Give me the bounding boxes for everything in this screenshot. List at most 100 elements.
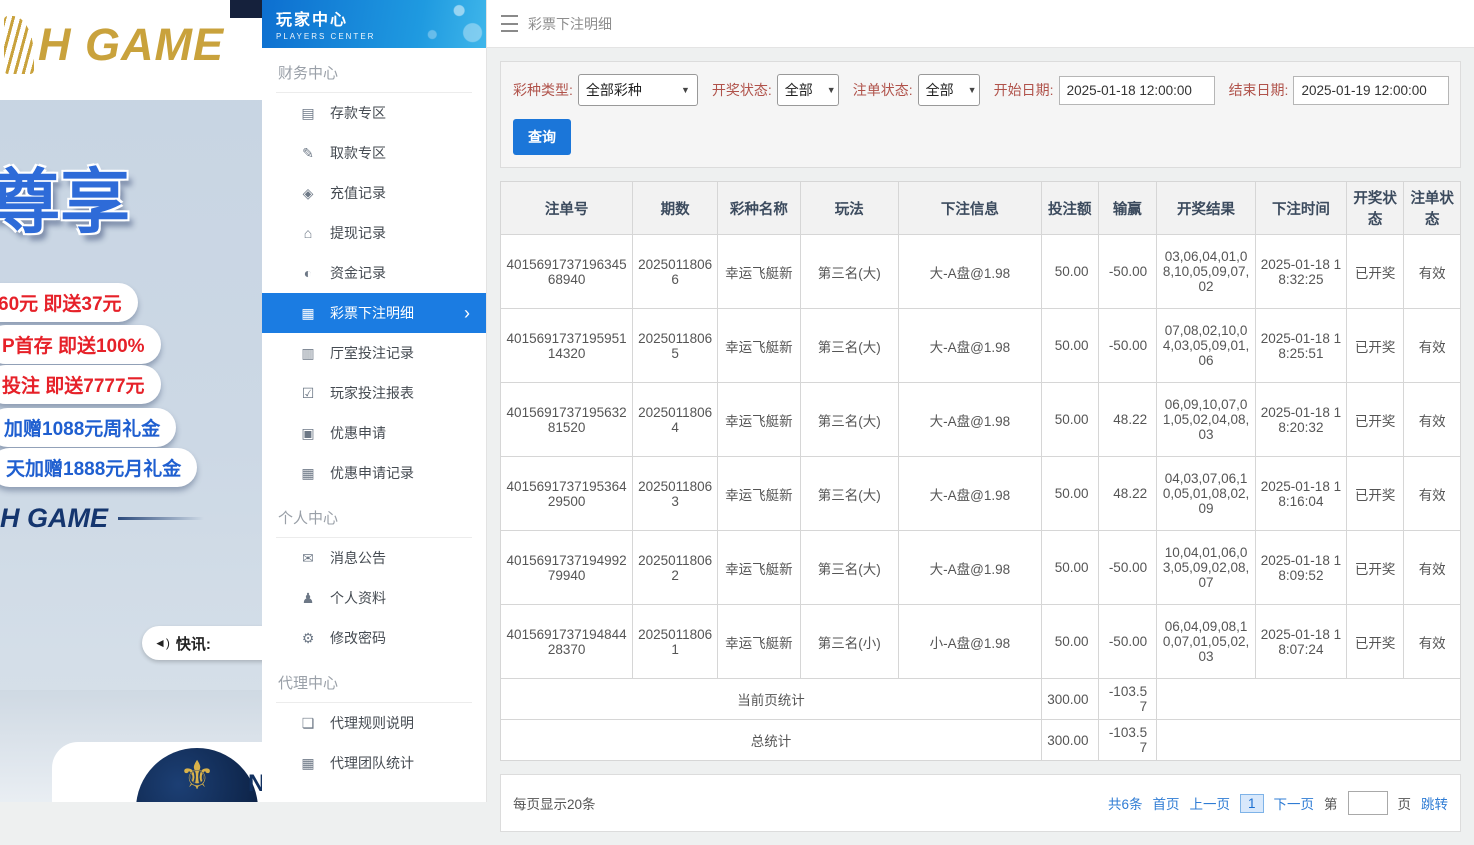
sidebar-item-agent-team-stats[interactable]: ▦ 代理团队统计: [262, 743, 486, 783]
current-page[interactable]: 1: [1239, 793, 1264, 813]
main-topbar: 彩票下注明细: [487, 0, 1474, 48]
footer-brand-text: H GAME: [0, 503, 108, 533]
table-row: 401569173719499279940 20250118062 幸运飞艇新 第三名…: [499, 530, 1461, 605]
cell-order-status: 有效: [1403, 382, 1461, 457]
user-icon: ♟: [301, 589, 315, 606]
promo-headline: 尊享: [0, 163, 130, 241]
end-date-input[interactable]: [1293, 75, 1450, 105]
first-page-link[interactable]: 首页: [1152, 793, 1179, 813]
sidebar-item-promo-apply[interactable]: ▣ 优惠申请: [262, 413, 486, 453]
cell-bet-amount: 50.00: [1041, 530, 1099, 605]
sidebar-section-title: 个人中心: [276, 493, 472, 538]
table-row: 401569173719563281520 20250118064 幸运飞艇新 第三名…: [499, 382, 1461, 457]
menu-toggle-icon[interactable]: [501, 15, 518, 32]
prev-page-link[interactable]: 上一页: [1189, 793, 1230, 813]
sidebar-item-label: 厅室投注记录: [330, 345, 414, 361]
sidebar-item-hall-bet-record[interactable]: ▥ 厅室投注记录: [262, 333, 486, 373]
cell-play-type: 第三名(小): [799, 604, 899, 679]
sidebar-item-withdraw[interactable]: ✎ 取款专区: [262, 133, 486, 173]
withdraw-record-icon: ⌂: [303, 225, 313, 241]
cell-lottery-name: 幸运飞艇新: [717, 456, 801, 531]
promo-banner: 投注 即送7777元: [0, 365, 161, 404]
column-header: 下注时间: [1255, 181, 1347, 235]
table-body: 401569173719634568940 20250118066 幸运飞艇新 第三名…: [499, 234, 1461, 761]
sidebar-item-label: 资金记录: [330, 265, 386, 281]
sidebar-item-deposit[interactable]: ▤ 存款专区: [262, 93, 486, 133]
cell-bet-time: 2025-01-18 18:16:04: [1255, 456, 1347, 531]
summary-empty: [1156, 678, 1461, 720]
chevron-down-icon: ▼: [826, 85, 836, 95]
start-date-label: 开始日期:: [993, 82, 1054, 98]
promo-apply-icon: ▣: [301, 424, 315, 441]
cell-bet-no: 401569173719484428370: [499, 604, 634, 679]
cell-play-type: 第三名(大): [799, 530, 899, 605]
footer-brand: H GAME: [0, 503, 204, 534]
sidebar-section-title: 代理中心: [276, 658, 472, 703]
cell-bet-time: 2025-01-18 18:32:25: [1255, 234, 1347, 309]
cell-bet-info: 大-A盘@1.98: [897, 234, 1043, 309]
cell-draw-status: 已开奖: [1345, 382, 1405, 457]
chevron-down-icon: ▼: [967, 85, 977, 95]
cell-bet-time: 2025-01-18 18:20:32: [1255, 382, 1347, 457]
start-date-input[interactable]: [1058, 75, 1215, 105]
jump-page-input[interactable]: [1347, 791, 1388, 815]
table-row: 401569173719536429500 20250118063 幸运飞艇新 第三名…: [499, 456, 1461, 531]
promo-banner: 加赠1088元周礼金: [0, 408, 177, 447]
filter-panel: 彩种类型: 全部彩种 ▼ 开奖状态: 全部 ▼ 注单状态: 全部 ▼ 开始日期:…: [500, 61, 1461, 168]
sidebar-item-change-password[interactable]: ⚙ 修改密码: [262, 618, 486, 658]
cell-order-status: 有效: [1403, 530, 1461, 605]
cell-draw-status: 已开奖: [1345, 604, 1405, 679]
sidebar-item-agent-rules[interactable]: ❏ 代理规则说明: [262, 703, 486, 743]
search-button[interactable]: 查询: [513, 119, 571, 155]
sidebar-item-withdraw-record[interactable]: ⌂ 提现记录: [262, 213, 486, 253]
draw-status-select[interactable]: 全部 ▼: [776, 74, 839, 106]
cell-lottery-name: 幸运飞艇新: [717, 530, 801, 605]
sidebar-item-label: 代理团队统计: [330, 755, 414, 771]
column-header: 注单号: [499, 181, 634, 235]
order-status-select[interactable]: 全部 ▼: [917, 74, 980, 106]
cell-draw-result: 10,04,01,06,03,05,09,02,08,07: [1156, 530, 1257, 605]
sidebar-item-label: 优惠申请: [330, 425, 386, 441]
jump-prefix-label: 第: [1324, 797, 1338, 812]
summary-row: 总统计 300.00 -103.57: [499, 719, 1461, 761]
jump-button[interactable]: 跳转: [1421, 793, 1448, 813]
sidebar-item-promo-apply-record[interactable]: ▦ 优惠申请记录: [262, 453, 486, 493]
cell-win-loss: 48.22: [1097, 382, 1158, 457]
sidebar-item-lottery-bet-detail[interactable]: ▦ 彩票下注明细 ›: [262, 293, 486, 333]
fund-record-icon: ◐: [303, 265, 313, 281]
cell-lottery-name: 幸运飞艇新: [717, 382, 801, 457]
lottery-detail-icon: ▦: [301, 304, 315, 321]
table-row: 401569173719634568940 20250118066 幸运飞艇新 第三名…: [499, 234, 1461, 309]
cell-draw-result: 04,03,07,06,10,05,01,08,02,09: [1156, 456, 1257, 531]
sidebar-item-recharge-record[interactable]: ◈ 充值记录: [262, 173, 486, 213]
cell-bet-amount: 50.00: [1041, 234, 1099, 309]
lottery-type-select[interactable]: 全部彩种 ▼: [577, 74, 698, 106]
badge-letter: N: [248, 770, 262, 797]
cell-draw-status: 已开奖: [1345, 456, 1405, 531]
sidebar-item-profile[interactable]: ♟ 个人资料: [262, 578, 486, 618]
cell-bet-info: 大-A盘@1.98: [897, 530, 1043, 605]
cell-bet-info: 大-A盘@1.98: [897, 456, 1043, 531]
cell-bet-no: 401569173719595114320: [499, 308, 634, 383]
site-navbar-fragment: [230, 0, 262, 18]
summary-bet-total: 300.00: [1041, 678, 1099, 720]
sidebar-item-label: 玩家投注报表: [330, 385, 414, 401]
gear-icon: ⚙: [301, 629, 315, 646]
recharge-record-icon: ◈: [302, 184, 314, 201]
column-header: 彩种名称: [717, 181, 801, 235]
column-header: 下注信息: [897, 181, 1043, 235]
cell-draw-result: 06,04,09,08,10,07,01,05,02,03: [1156, 604, 1257, 679]
cell-order-status: 有效: [1403, 604, 1461, 679]
bell-icon: ✉: [302, 549, 314, 566]
cell-period: 20250118064: [632, 382, 719, 457]
sidebar-item-player-bet-report[interactable]: ☑ 玩家投注报表: [262, 373, 486, 413]
next-page-link[interactable]: 下一页: [1274, 793, 1315, 813]
sidebar-item-announcements[interactable]: ✉ 消息公告: [262, 538, 486, 578]
draw-status-label: 开奖状态:: [711, 82, 772, 98]
withdraw-icon: ✎: [302, 144, 314, 161]
sidebar-item-fund-record[interactable]: ◐ 资金记录: [262, 253, 486, 293]
summary-label: 当前页统计: [499, 678, 1043, 720]
sidebar-item-label: 代理规则说明: [330, 715, 414, 731]
summary-winloss-total: -103.57: [1097, 678, 1158, 720]
promo-banner: 天加赠1888元月礼金: [0, 448, 198, 487]
